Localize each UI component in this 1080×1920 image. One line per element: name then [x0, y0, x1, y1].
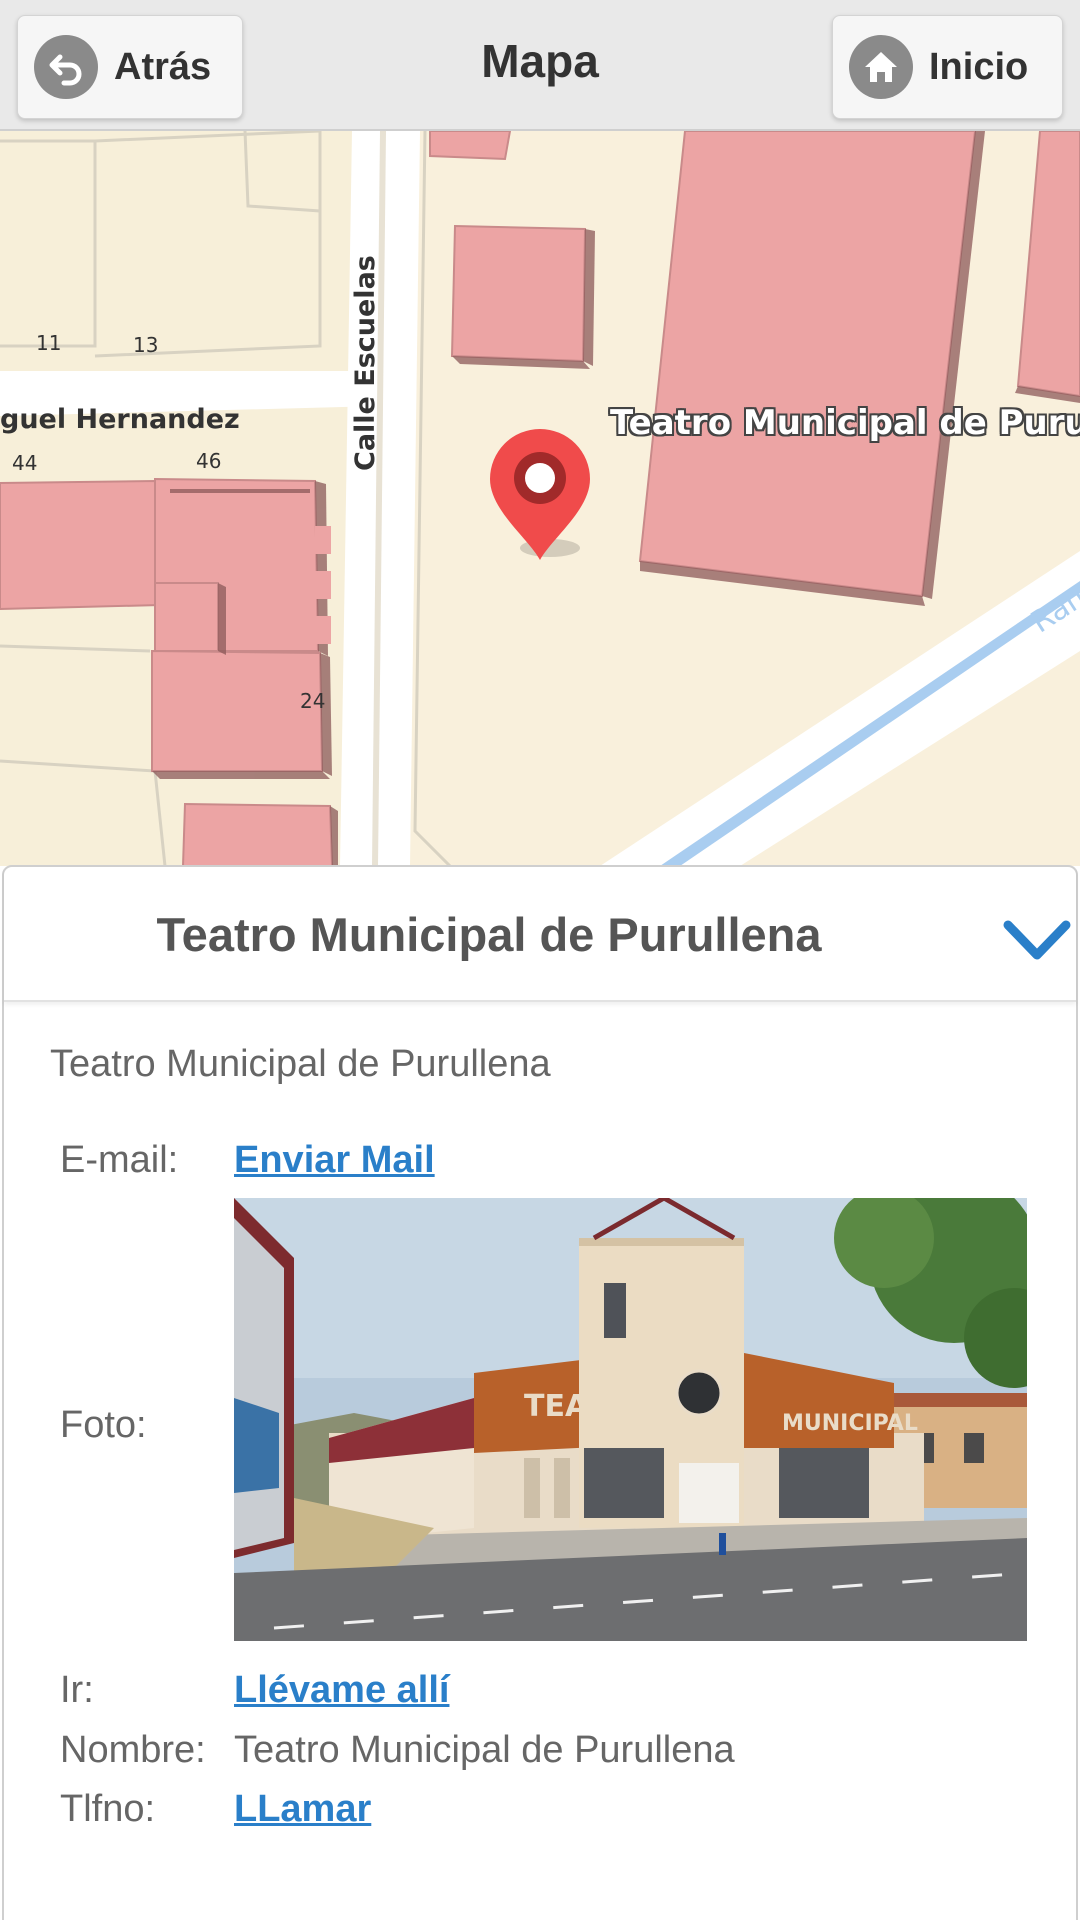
- photo-label: Foto:: [60, 1404, 147, 1446]
- house-icon: [849, 35, 913, 99]
- phone-label: Tlfno:: [60, 1788, 156, 1830]
- go-label: Ir:: [60, 1669, 94, 1711]
- photo-sign-municipal: MUNICIPAL: [782, 1411, 918, 1436]
- top-bar: Atrás Mapa Inicio: [0, 0, 1080, 131]
- home-label: Inicio: [929, 45, 1029, 88]
- name-value: Teatro Municipal de Purullena: [234, 1729, 735, 1771]
- street-label-calle-escuelas: Calle Escuelas: [350, 255, 381, 471]
- house-number: 24: [300, 689, 326, 713]
- chevron-down-icon[interactable]: [1002, 915, 1072, 965]
- theater-photo: TEATRO MUNICIPAL: [234, 1198, 1027, 1641]
- house-number: 46: [196, 449, 222, 473]
- call-link[interactable]: LLamar: [234, 1788, 371, 1831]
- name-label: Nombre:: [60, 1729, 206, 1771]
- email-link[interactable]: Enviar Mail: [234, 1139, 435, 1182]
- map-pin-icon[interactable]: [488, 428, 598, 568]
- home-button[interactable]: Inicio: [832, 15, 1063, 119]
- email-label: E-mail:: [60, 1139, 179, 1181]
- map-view[interactable]: Calle Escuelas guel Hernandez Ram 11 13 …: [0, 131, 1080, 866]
- house-number: 13: [133, 333, 159, 357]
- panel-header[interactable]: Teatro Municipal de Purullena: [4, 867, 1076, 1002]
- house-number: 11: [36, 331, 62, 355]
- panel-title: Teatro Municipal de Purullena: [156, 908, 822, 961]
- info-panel: Teatro Municipal de Purullena Teatro Mun…: [2, 865, 1078, 1920]
- poi-label[interactable]: Teatro Municipal de Purulle: [610, 403, 1080, 443]
- panel-subtitle: Teatro Municipal de Purullena: [50, 1043, 551, 1085]
- house-number: 44: [12, 451, 38, 475]
- street-label-miguel-hernandez: guel Hernandez: [0, 404, 240, 435]
- take-me-there-link[interactable]: Llévame allí: [234, 1669, 449, 1712]
